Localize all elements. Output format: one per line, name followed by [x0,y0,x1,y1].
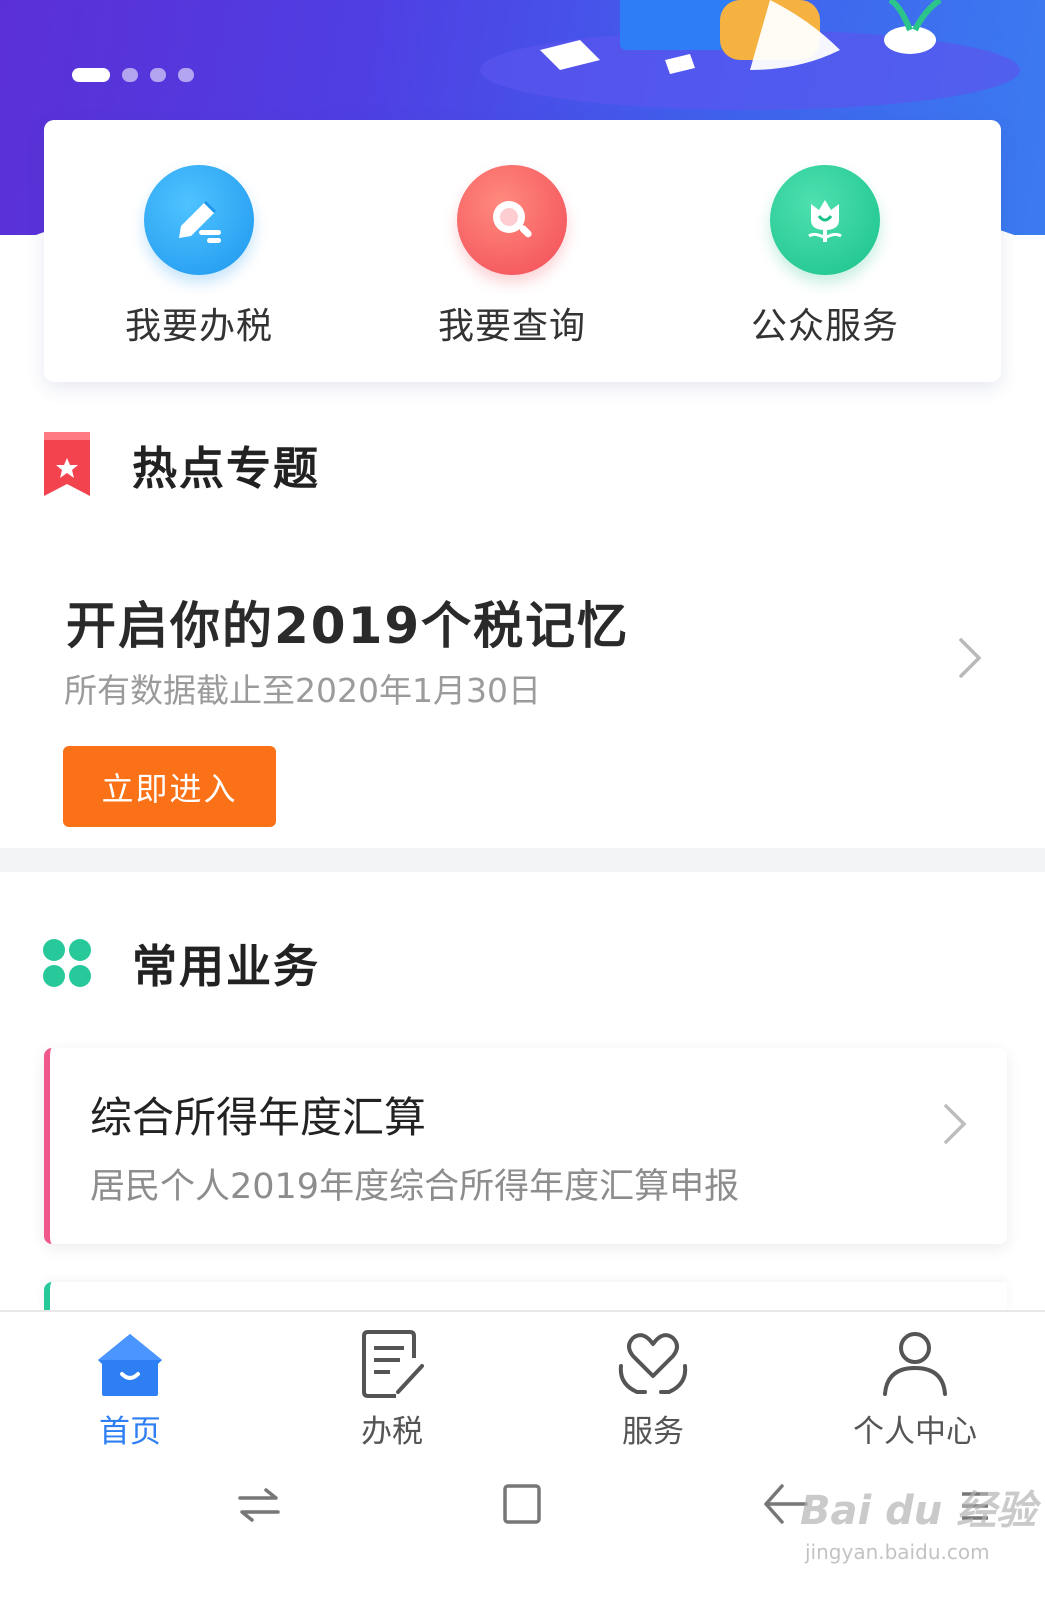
action-label: 公众服务 [750,306,899,347]
banner-illustration [480,0,1020,110]
carousel-dot[interactable] [178,68,194,82]
chevron-right-icon [959,638,982,678]
service-description: 居民个人2019年度综合所得年度汇算申报 [90,1167,740,1207]
service-card-annual-settlement[interactable]: 综合所得年度汇算 居民个人2019年度综合所得年度汇算申报 [44,1048,1007,1244]
enter-now-button[interactable]: 立即进入 [63,746,276,827]
service-title: 综合所得年度汇算 [90,1093,427,1142]
section-title: 热点专题 [132,441,321,495]
bottom-tab-bar: 首页 办税 服务 个人中心 [0,1310,1045,1462]
magnifier-icon [457,165,567,275]
baidu-watermark-url: jingyan.baidu.com [805,1540,990,1564]
heart-hands-icon [618,1333,688,1394]
tab-label: 首页 [99,1414,161,1450]
tab-label: 个人中心 [853,1414,977,1450]
pen-edit-icon [144,165,254,275]
tab-home[interactable]: 首页 [30,1330,230,1451]
action-query[interactable]: 我要查询 [392,165,632,349]
home-square-icon[interactable] [500,1480,546,1528]
carousel-indicator[interactable] [72,68,194,82]
carousel-dot[interactable] [122,68,138,82]
hot-topics-header: 热点专题 [42,430,320,498]
tab-service[interactable]: 服务 [553,1330,753,1451]
hot-topic-subtitle: 所有数据截止至2020年1月30日 [64,671,541,710]
home-icon [98,1334,162,1396]
tab-label: 服务 [622,1414,684,1450]
person-icon [883,1332,947,1396]
section-title: 常用业务 [132,940,321,993]
bookmark-star-icon [44,432,90,496]
tab-label: 办税 [361,1414,423,1450]
document-edit-icon [362,1330,424,1398]
common-services-header: 常用业务 [42,930,320,995]
hot-topic-title: 开启你的2019个税记忆 [66,597,630,655]
carousel-dot[interactable] [72,68,110,82]
action-public-service[interactable]: 公众服务 [705,165,945,349]
tab-tax[interactable]: 办税 [292,1330,492,1451]
carousel-dot[interactable] [150,68,166,82]
service-card-next[interactable] [44,1282,1007,1312]
clover-icon [43,938,91,987]
action-file-tax[interactable]: 我要办税 [79,165,319,349]
quick-actions-card: 我要办税 我要查询 公众服务 [44,120,1001,382]
tab-personal-center[interactable]: 个人中心 [815,1330,1015,1451]
action-label: 我要办税 [124,306,273,347]
baidu-watermark: Bai du 经验 [800,1488,1037,1534]
action-label: 我要查询 [437,306,586,347]
tulip-icon [770,165,880,275]
chevron-right-icon [944,1104,967,1144]
switch-apps-icon[interactable] [236,1482,282,1528]
section-divider [0,848,1045,872]
